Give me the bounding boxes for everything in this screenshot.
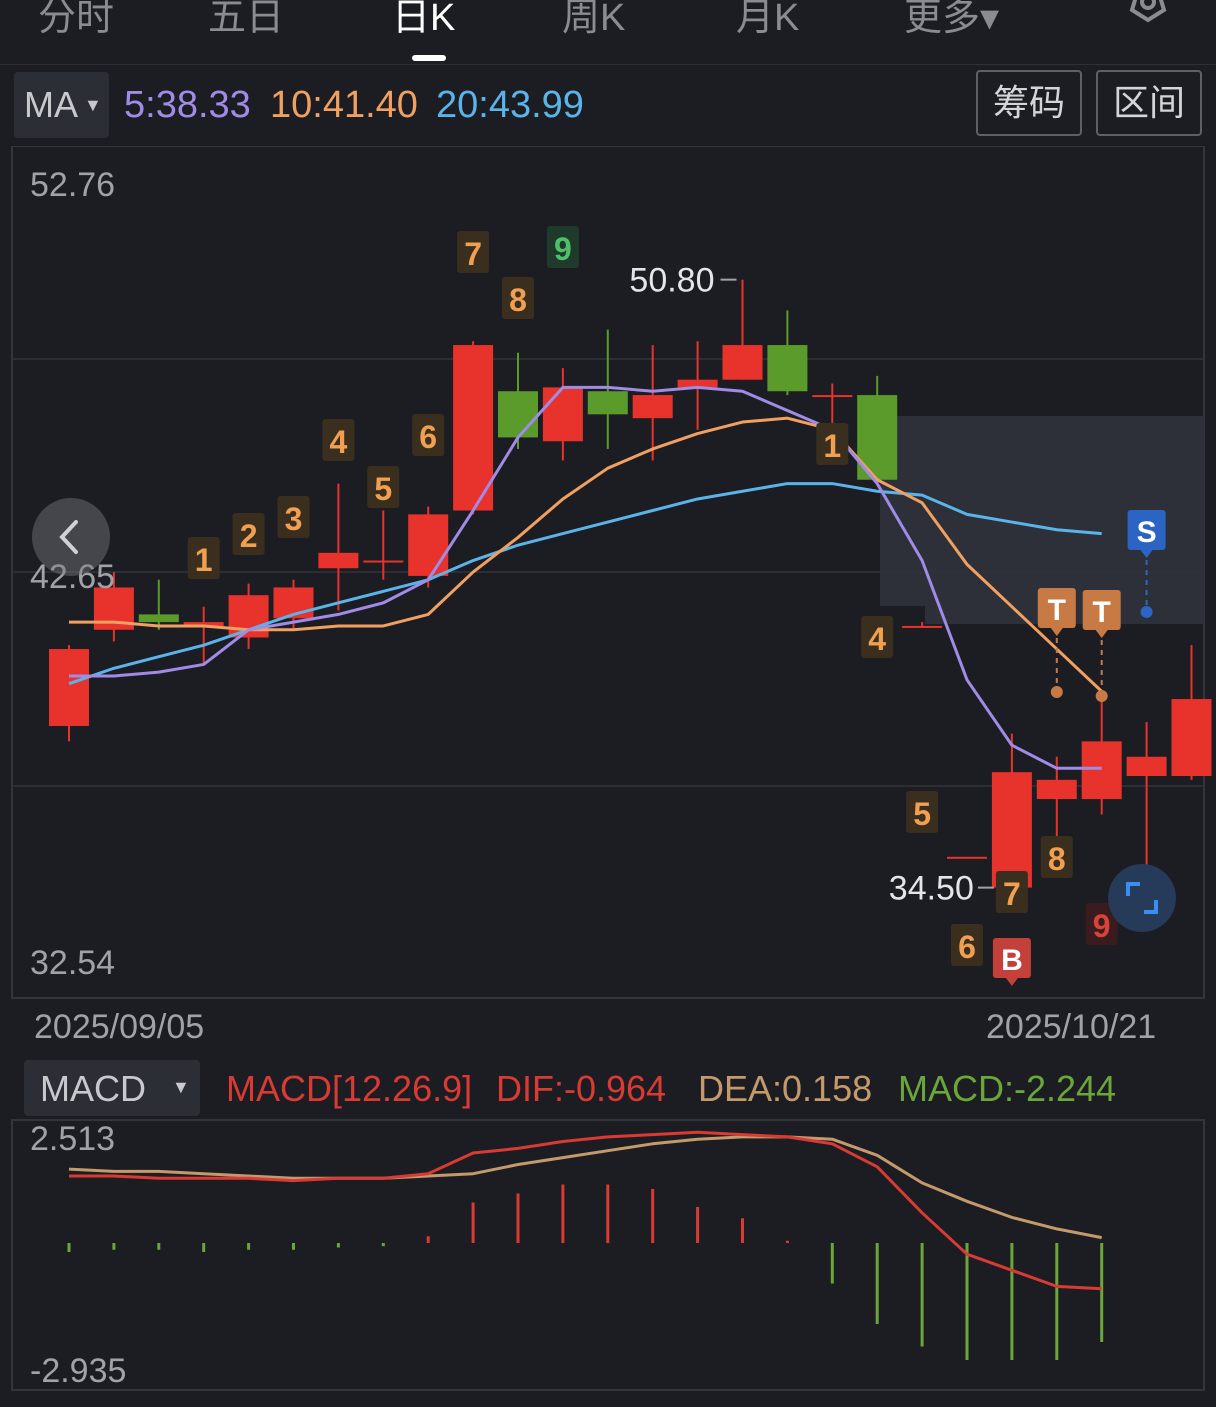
chevron-down-icon: ▼: [172, 1077, 190, 1097]
signal-label: B: [1001, 944, 1023, 977]
ma-selector-label: MA: [24, 84, 78, 125]
range-button[interactable]: 区间: [1096, 70, 1202, 136]
macd-hist-value: MACD:-2.244: [898, 1068, 1117, 1109]
tab-daily-k[interactable]: 日K: [392, 0, 455, 41]
ma-selector[interactable]: MA ▼: [14, 72, 109, 138]
signal-label: T: [1093, 596, 1111, 629]
seq-label: 5: [374, 471, 392, 507]
ma20-value: 20:43.99: [436, 84, 584, 126]
seq-label: 5: [913, 796, 931, 832]
seq-label: 6: [419, 419, 437, 455]
seq-label: 1: [195, 542, 213, 578]
candle-body: [498, 391, 538, 438]
seq-label: 4: [868, 621, 886, 657]
candle-body: [138, 614, 179, 623]
signal-label: S: [1137, 516, 1157, 549]
seq-label: 8: [509, 282, 527, 318]
chip-distribution-button[interactable]: 筹码: [976, 70, 1082, 136]
signal-dot: [1050, 686, 1063, 698]
scroll-left-button[interactable]: [32, 498, 110, 576]
period-tabs: 分时 五日 日K 周K 月K 更多▾: [0, 0, 1216, 65]
candle-body: [812, 395, 853, 398]
expand-corners-icon: [1126, 882, 1158, 914]
macd-y-min: -2.935: [30, 1352, 127, 1390]
macd-params: MACD[12.26.9]: [226, 1068, 473, 1109]
candle-body: [902, 625, 943, 628]
tab-intraday[interactable]: 分时: [38, 0, 114, 41]
signal-label: T: [1048, 594, 1066, 627]
macd-selector[interactable]: MACD ▼: [24, 1060, 200, 1116]
x-axis-start-date: 2025/09/05: [34, 1008, 205, 1046]
signal-dot: [1140, 606, 1153, 618]
y-axis-min: 32.54: [30, 944, 116, 982]
y-axis-max: 52.76: [30, 166, 116, 204]
candle-body: [587, 391, 628, 415]
candle-body: [947, 856, 987, 859]
candle-body: [1081, 741, 1122, 800]
macd-y-max: 2.513: [30, 1120, 116, 1158]
macd-chart[interactable]: [0, 1118, 1216, 1398]
candle-body: [991, 772, 1032, 888]
tab-more[interactable]: 更多▾: [904, 0, 999, 41]
seq-label: 8: [1048, 841, 1066, 877]
candle-body: [363, 560, 404, 563]
signal-pointer: [1095, 630, 1108, 638]
macd-dea-line: [68, 1135, 1102, 1240]
macd-dea-value: DEA:0.158: [698, 1068, 873, 1109]
macd-selector-label: MACD: [40, 1068, 146, 1109]
candle-body: [542, 387, 583, 442]
fullscreen-button[interactable]: [1108, 864, 1176, 932]
tab-weekly-k[interactable]: 周K: [562, 0, 625, 41]
chevron-left-icon: [59, 520, 78, 554]
seq-label: 2: [240, 518, 258, 554]
ma-indicator-bar: MA ▼ 5:38.33 10:41.40 20:43.99 筹码 区间: [0, 70, 1216, 142]
signal-pointer: [1005, 978, 1018, 986]
macd-dif-value: DIF:-0.964: [496, 1068, 667, 1109]
chevron-down-icon: ▼: [84, 95, 102, 115]
ma5-value: 5:38.33: [124, 84, 251, 126]
candle-body: [722, 345, 763, 380]
candlestick-chart[interactable]: 50.8034.5012 34567891456789BT TS: [0, 146, 1216, 1008]
candle-body: [1126, 756, 1167, 777]
seq-label: 7: [1003, 876, 1021, 912]
candle-body: [1036, 779, 1077, 800]
signal-dot: [1095, 690, 1108, 702]
candle-body: [632, 395, 673, 419]
x-axis-end-date: 2025/10/21: [986, 1008, 1157, 1046]
tab-monthly-k[interactable]: 月K: [736, 0, 799, 41]
seq-label: 1: [823, 428, 841, 464]
seq-label: 4: [330, 424, 348, 460]
seq-label: 3: [285, 501, 303, 537]
ma10-value: 10:41.40: [270, 84, 418, 126]
tab-five-day[interactable]: 五日: [208, 0, 284, 41]
seq-label: 9: [554, 231, 572, 267]
macd-dif-line: [69, 1130, 1102, 1291]
candle-body: [49, 649, 89, 726]
low-price-label: 34.50: [889, 870, 974, 908]
candle-body: [318, 552, 359, 569]
seq-label: 6: [958, 929, 976, 965]
high-price-label: 50.80: [629, 262, 714, 300]
seq-label: 7: [464, 236, 482, 272]
macd-frame: [11, 1119, 1205, 1391]
gear-icon[interactable]: [1122, 0, 1174, 32]
candle-body: [408, 514, 449, 576]
active-tab-indicator: [412, 55, 446, 61]
candle-body: [1171, 699, 1212, 777]
candle-body: [767, 345, 808, 392]
signal-pointer: [1050, 628, 1063, 636]
